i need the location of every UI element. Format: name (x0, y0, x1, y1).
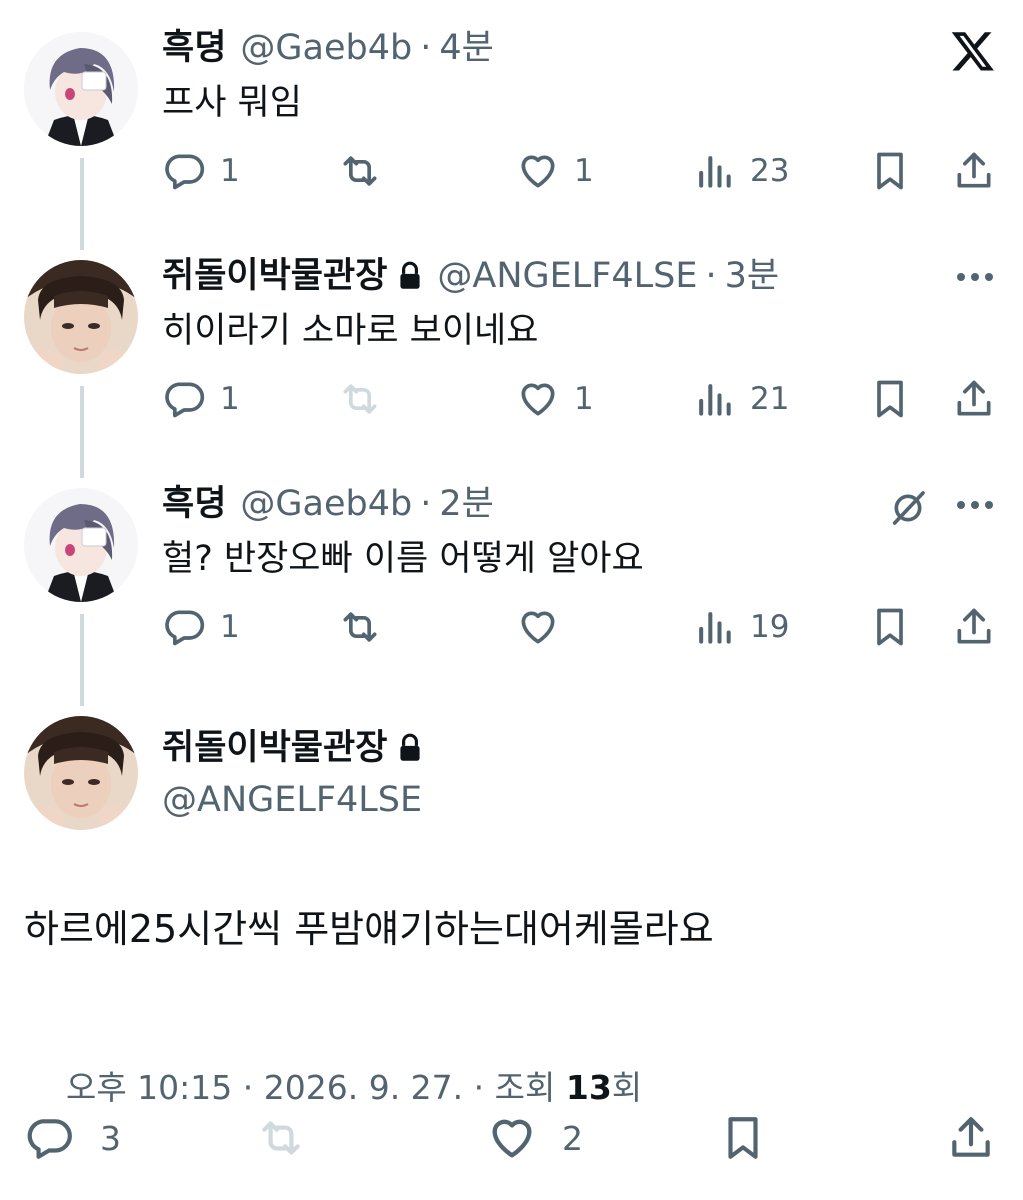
like-button[interactable]: 2 (486, 1112, 583, 1164)
like-count: 2 (562, 1118, 583, 1158)
view-count: 21 (750, 381, 790, 417)
views-icon (699, 384, 731, 416)
heart-icon (492, 1119, 532, 1158)
thread-line (80, 614, 84, 706)
views-button[interactable]: 21 (692, 376, 789, 422)
reply-button[interactable]: 1 (162, 376, 240, 422)
share-icon (952, 1117, 990, 1157)
share-icon (957, 608, 991, 644)
x-logo-icon[interactable] (950, 28, 996, 74)
more-options-icon[interactable] (955, 499, 995, 511)
retweet-button[interactable] (338, 148, 382, 194)
bookmark-icon (877, 152, 903, 190)
separator-dot: · (420, 28, 432, 68)
reply-icon (27, 1119, 72, 1159)
share-icon (957, 380, 991, 416)
post-text: 헐? 반장오빠 이름 어떻게 알아요 (162, 539, 644, 579)
author-handle[interactable]: @Gaeb4b (240, 28, 412, 68)
thread-line (80, 158, 84, 250)
post-text: 프사 뭐임 (162, 83, 302, 123)
reply-button[interactable]: 1 (162, 604, 240, 650)
author-handle[interactable]: @ANGELF4LSE (437, 256, 697, 296)
lock-icon (400, 261, 421, 289)
like-count: 1 (574, 381, 594, 417)
avatar[interactable] (24, 488, 138, 602)
avatar[interactable] (24, 32, 138, 146)
reply-count: 1 (220, 609, 240, 645)
avatar[interactable] (24, 260, 138, 374)
lock-icon (400, 733, 421, 761)
action-bar: 1 1 21 (162, 376, 997, 422)
post-time[interactable]: 2분 (439, 484, 493, 524)
view-count: 23 (750, 153, 790, 189)
action-bar: 1 1 23 (162, 148, 997, 194)
thread-line (80, 386, 84, 478)
share-button[interactable] (952, 604, 996, 650)
post-time[interactable]: 4분 (439, 28, 493, 68)
heart-icon (521, 383, 555, 416)
like-button[interactable] (516, 604, 560, 650)
retweet-icon (343, 612, 377, 642)
author-name[interactable]: 쥐돌이박물관장 (162, 256, 387, 296)
share-button[interactable] (946, 1112, 996, 1164)
post-text: 하르에25시간씩 푸밤얘기하는대어케몰라요 (24, 907, 714, 951)
bookmark-icon (877, 380, 903, 418)
views-suffix: 회 (611, 1068, 643, 1107)
views-button[interactable]: 23 (692, 148, 789, 194)
author-handle[interactable]: @Gaeb4b (240, 484, 412, 524)
timestamp-date: 오후 10:15 · 2026. 9. 27. · 조회 (65, 1068, 566, 1107)
bookmark-button[interactable] (718, 1112, 768, 1164)
like-button[interactable]: 1 (516, 148, 594, 194)
separator-dot: · (705, 256, 717, 296)
author-name[interactable]: 흑뎡 (162, 28, 226, 68)
like-count: 1 (574, 153, 594, 189)
author-handle[interactable]: @ANGELF4LSE (162, 780, 422, 820)
bookmark-icon (728, 1117, 758, 1159)
share-icon (957, 152, 991, 188)
avatar[interactable] (24, 716, 138, 830)
separator-dot: · (420, 484, 432, 524)
retweet-icon (262, 1121, 300, 1155)
bookmark-button[interactable] (868, 376, 912, 422)
view-count: 13 (565, 1068, 612, 1107)
grok-icon[interactable] (888, 488, 928, 528)
like-button[interactable]: 1 (516, 376, 594, 422)
heart-icon (521, 611, 555, 644)
retweet-button-disabled (256, 1112, 306, 1164)
retweet-icon (343, 156, 377, 186)
post-time[interactable]: 3분 (725, 256, 779, 296)
bookmark-icon (877, 608, 903, 646)
views-icon (699, 156, 731, 188)
reply-count: 1 (220, 153, 240, 189)
action-bar: 1 19 (162, 604, 997, 650)
views-button[interactable]: 19 (692, 604, 789, 650)
view-count: 19 (750, 609, 790, 645)
reply-icon (165, 610, 205, 646)
bookmark-button[interactable] (868, 604, 912, 650)
reply-icon (165, 154, 205, 190)
reply-icon (165, 382, 205, 418)
retweet-button-disabled (338, 376, 382, 422)
retweet-icon (343, 384, 377, 414)
reply-button[interactable]: 1 (162, 148, 240, 194)
share-button[interactable] (952, 376, 996, 422)
action-bar: 3 2 (24, 1112, 999, 1164)
reply-count: 3 (100, 1118, 121, 1158)
reply-button[interactable]: 3 (24, 1112, 121, 1164)
author-name[interactable]: 쥐돌이박물관장 (162, 728, 387, 768)
post-text: 히이라기 소마로 보이네요 (162, 311, 539, 351)
more-options-icon[interactable] (955, 271, 995, 283)
views-icon (699, 612, 731, 644)
share-button[interactable] (952, 148, 996, 194)
author-name[interactable]: 흑뎡 (162, 484, 226, 524)
reply-count: 1 (220, 381, 240, 417)
bookmark-button[interactable] (868, 148, 912, 194)
heart-icon (521, 155, 555, 188)
retweet-button[interactable] (338, 604, 382, 650)
